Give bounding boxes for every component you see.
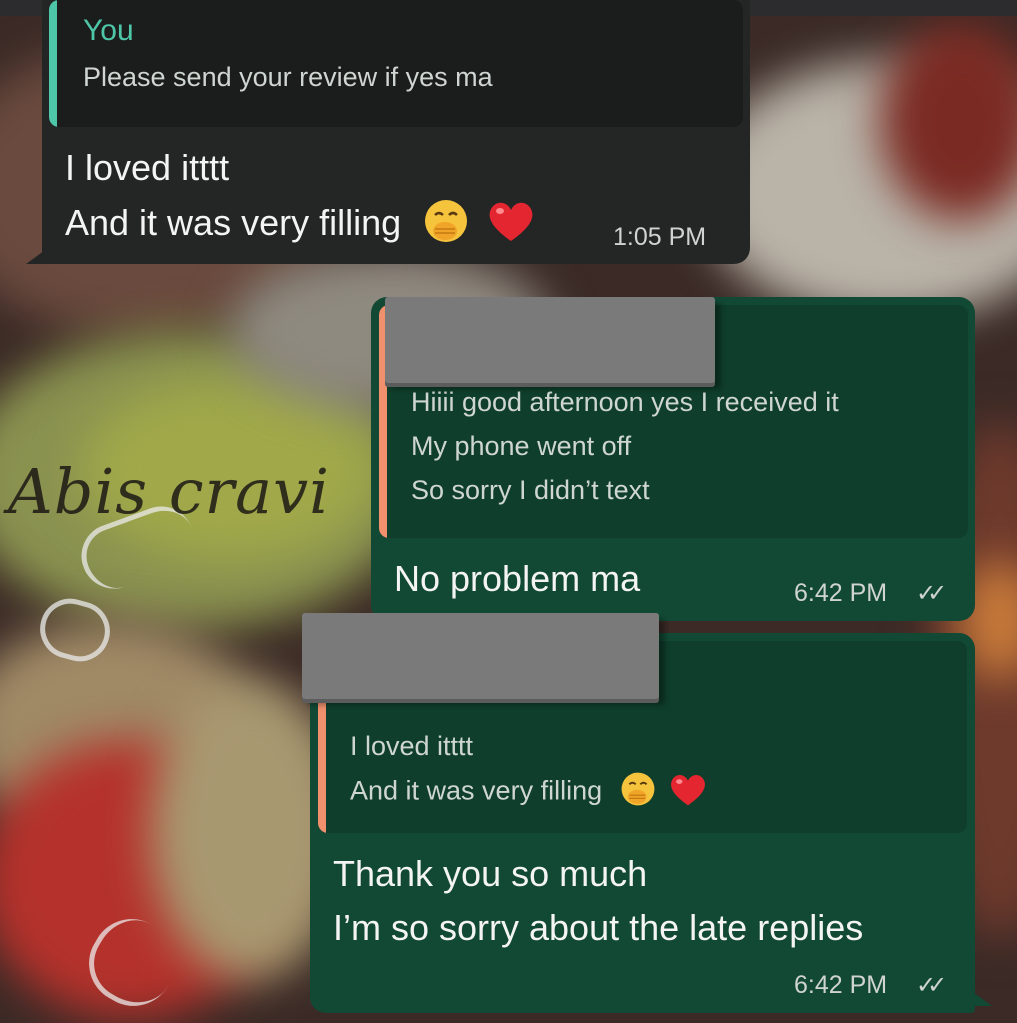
- quote-line-3: So sorry I didn’t text: [411, 475, 650, 505]
- red-heart-icon: [487, 199, 535, 252]
- quote-line-1: Hiiii good afternoon yes I received it: [411, 387, 839, 417]
- message-time: 6:42 PM: [794, 579, 888, 607]
- read-receipt-icon: ✓✓: [916, 580, 947, 607]
- quote-line-1: I loved itttt: [350, 731, 474, 761]
- quote-text: And it was very filling: [350, 775, 603, 806]
- message-line-2: I’m so sorry about the late replies: [333, 907, 864, 948]
- bubble-tail: [26, 248, 48, 264]
- face-with-hand-over-mouth-icon: [620, 771, 656, 814]
- redacted-block: [385, 297, 715, 383]
- message-time: 6:42 PM: [794, 971, 888, 999]
- quote-bar: [49, 0, 57, 127]
- message-line-1: Thank you so much: [333, 853, 648, 894]
- message-text: No problem ma: [394, 558, 641, 599]
- wallpaper-watermark: Abis cravi: [8, 455, 330, 528]
- quote-line-2: My phone went off: [411, 431, 632, 461]
- red-heart-icon: [669, 772, 707, 814]
- read-receipt-icon: ✓✓: [916, 972, 947, 999]
- message-time: 1:05 PM: [613, 223, 707, 251]
- quote-author: You: [83, 14, 134, 47]
- message-line-1: I loved itttt: [65, 147, 230, 188]
- quoted-message[interactable]: You Please send your review if yes ma: [49, 0, 743, 127]
- incoming-message[interactable]: You Please send your review if yes ma I …: [42, 0, 750, 264]
- bubble-tail: [970, 990, 992, 1006]
- message-line-2: And it was very filling: [65, 198, 535, 253]
- face-with-hand-over-mouth-icon: [423, 198, 469, 253]
- message-text: And it was very filling: [65, 202, 402, 244]
- redacted-block: [302, 613, 659, 699]
- quote-text: Please send your review if yes ma: [83, 62, 493, 92]
- quote-line-2: And it was very filling: [350, 771, 707, 814]
